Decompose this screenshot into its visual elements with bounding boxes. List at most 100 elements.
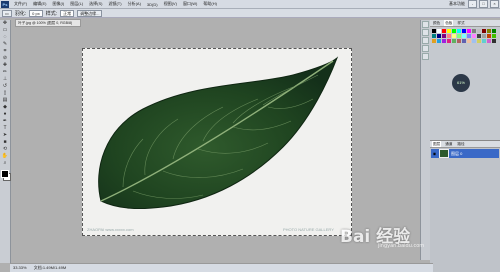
swatch-color[interactable] [482, 39, 486, 43]
swatch-color[interactable] [472, 34, 476, 38]
menu-item-window[interactable]: 窗口(W) [180, 1, 200, 7]
workspace-switcher[interactable]: 基本功能 [447, 1, 467, 7]
swatch-color[interactable] [467, 29, 471, 33]
healing-brush-tool-icon[interactable]: ✚ [1, 62, 9, 68]
menu-item-3d[interactable]: 3D(D) [144, 2, 161, 7]
document-tab[interactable]: 叶子.jpg @ 100% (图层 0, RGB/8) [15, 19, 81, 27]
3d-rotate-tool-icon[interactable]: ⟲ [1, 146, 9, 152]
document-canvas[interactable]: ZHAOPAI www.xxxxx.com PHOTO NATURE GALLE… [82, 48, 352, 236]
feather-input[interactable]: 0 px [29, 9, 43, 17]
feather-label: 羽化: [14, 10, 27, 17]
eyedropper-tool-icon[interactable]: ⊘ [1, 55, 9, 61]
zoom-level[interactable]: 33.33% [13, 265, 27, 270]
tab-channels[interactable]: 通道 [444, 141, 453, 147]
swatch-color[interactable] [477, 29, 481, 33]
swatch-color[interactable] [452, 29, 456, 33]
minimize-button[interactable]: - [468, 0, 477, 8]
maximize-button[interactable]: □ [479, 0, 488, 8]
swatch-color[interactable] [492, 29, 496, 33]
swatch-color[interactable] [482, 29, 486, 33]
marquee-tool-icon[interactable]: ▭ [1, 27, 9, 33]
swatch-color[interactable] [447, 29, 451, 33]
swatch-color[interactable] [487, 29, 491, 33]
menu-item-help[interactable]: 帮助(H) [200, 1, 220, 7]
tab-paths[interactable]: 路径 [456, 141, 465, 147]
menu-item-view[interactable]: 视图(V) [161, 1, 180, 7]
close-button[interactable]: × [490, 0, 499, 8]
swatch-color[interactable] [442, 39, 446, 43]
paragraph-panel-icon[interactable] [422, 53, 429, 60]
swatch-color[interactable] [437, 29, 441, 33]
menu-item-select[interactable]: 选择(S) [86, 1, 105, 7]
swatch-color[interactable] [447, 39, 451, 43]
pen-tool-icon[interactable]: ✒ [1, 118, 9, 124]
swatch-color[interactable] [472, 29, 476, 33]
swatch-color[interactable] [452, 34, 456, 38]
layer-row[interactable]: ◉ 图层 0 [431, 149, 499, 158]
clone-stamp-tool-icon[interactable]: ⊥ [1, 76, 9, 82]
dodge-tool-icon[interactable]: ● [1, 111, 9, 117]
tab-layers[interactable]: 图层 [432, 141, 442, 147]
adjustment-indicator-icon[interactable]: 61% [452, 74, 470, 92]
layer-thumbnail [439, 149, 449, 158]
zoom-tool-icon[interactable]: ⌕ [1, 160, 9, 166]
menu-item-layer[interactable]: 图层(L) [67, 1, 86, 7]
menu-item-filter[interactable]: 滤镜(T) [105, 1, 124, 7]
swatch-color[interactable] [432, 29, 436, 33]
blur-tool-icon[interactable]: ◆ [1, 104, 9, 110]
tab-color[interactable]: 颜色 [432, 20, 441, 26]
move-tool-icon[interactable]: ✥ [1, 20, 9, 26]
refine-edge-button[interactable]: 调整边缘... [77, 9, 103, 17]
marquee-tool-preset-icon[interactable]: ▭ [2, 9, 12, 17]
swatch-color[interactable] [457, 29, 461, 33]
swatch-color[interactable] [472, 39, 476, 43]
swatch-color[interactable] [462, 34, 466, 38]
history-brush-tool-icon[interactable]: ↺ [1, 83, 9, 89]
menu-item-edit[interactable]: 编辑(E) [30, 1, 49, 7]
swatch-color[interactable] [487, 39, 491, 43]
swatch-color[interactable] [437, 39, 441, 43]
type-tool-icon[interactable]: T [1, 125, 9, 131]
swatch-color[interactable] [477, 39, 481, 43]
brush-tool-icon[interactable]: ✏ [1, 69, 9, 75]
swatch-color[interactable] [462, 29, 466, 33]
swatch-color[interactable] [467, 34, 471, 38]
swatch-color[interactable] [482, 34, 486, 38]
crop-tool-icon[interactable]: ⌗ [1, 48, 9, 54]
swatch-color[interactable] [457, 34, 461, 38]
eye-icon[interactable]: ◉ [432, 151, 437, 156]
history-panel-icon[interactable] [422, 21, 429, 28]
hand-tool-icon[interactable]: ✋ [1, 153, 9, 159]
gradient-tool-icon[interactable]: ▤ [1, 97, 9, 103]
lasso-tool-icon[interactable]: ◌ [1, 34, 9, 40]
actions-panel-icon[interactable] [422, 29, 429, 36]
swatch-color[interactable] [467, 39, 471, 43]
swatch-color[interactable] [442, 29, 446, 33]
menu-item-analysis[interactable]: 分析(A) [125, 1, 144, 7]
swatch-color[interactable] [457, 39, 461, 43]
quick-select-tool-icon[interactable]: ✎ [1, 41, 9, 47]
brush-panel-icon[interactable] [422, 37, 429, 44]
eraser-tool-icon[interactable]: ▯ [1, 90, 9, 96]
style-select[interactable]: 正常 [60, 9, 75, 17]
character-panel-icon[interactable] [422, 45, 429, 52]
swatch-color[interactable] [492, 39, 496, 43]
swatch-color[interactable] [462, 39, 466, 43]
menu-item-file[interactable]: 文件(F) [11, 1, 30, 7]
menu-item-image[interactable]: 图像(I) [49, 1, 67, 7]
swatch-color[interactable] [477, 34, 481, 38]
shape-tool-icon[interactable]: ■ [1, 139, 9, 145]
swatch-color[interactable] [432, 34, 436, 38]
swatches-grid [430, 27, 500, 45]
swatch-color[interactable] [487, 34, 491, 38]
path-select-tool-icon[interactable]: ➤ [1, 132, 9, 138]
tab-styles[interactable]: 样式 [456, 20, 465, 26]
swatch-color[interactable] [452, 39, 456, 43]
swatch-color[interactable] [492, 34, 496, 38]
swatch-color[interactable] [432, 39, 436, 43]
swatch-color[interactable] [447, 34, 451, 38]
foreground-color-swatch[interactable] [1, 170, 9, 178]
swatch-color[interactable] [442, 34, 446, 38]
tab-swatches[interactable]: 色板 [444, 20, 454, 26]
swatch-color[interactable] [437, 34, 441, 38]
